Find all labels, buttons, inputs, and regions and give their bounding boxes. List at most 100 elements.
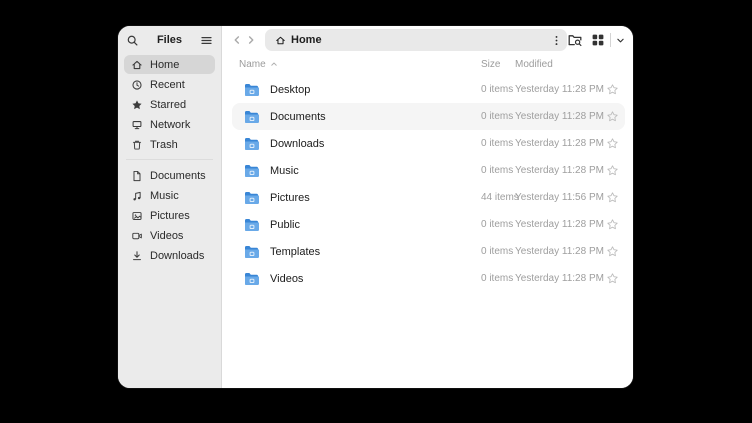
- file-name: Downloads: [270, 138, 481, 150]
- star-icon[interactable]: [606, 272, 619, 285]
- file-row[interactable]: Desktop 0 items Yesterday 11:28 PM: [232, 76, 625, 103]
- documents-icon: [131, 170, 143, 182]
- view-options-button[interactable]: [615, 35, 626, 46]
- file-modified: Yesterday 11:28 PM: [515, 84, 599, 95]
- folder-icon: [244, 218, 270, 232]
- location-menu-button[interactable]: [547, 31, 565, 49]
- starred-icon: [131, 99, 143, 111]
- file-size: 0 items: [481, 111, 515, 122]
- star-icon[interactable]: [606, 191, 619, 204]
- divider: [610, 33, 611, 47]
- folder-icon: [244, 83, 270, 97]
- file-name: Music: [270, 165, 481, 177]
- grid-view-button[interactable]: [590, 32, 606, 48]
- videos-icon: [131, 230, 143, 242]
- file-name: Videos: [270, 273, 481, 285]
- file-row[interactable]: Public 0 items Yesterday 11:28 PM: [232, 211, 625, 238]
- folder-icon: [244, 164, 270, 178]
- list-header: Name Size Modified: [222, 54, 633, 74]
- sidebar-item-music[interactable]: Music: [124, 186, 215, 205]
- star-icon[interactable]: [606, 137, 619, 150]
- file-size: 0 items: [481, 138, 515, 149]
- folder-icon: [244, 137, 270, 151]
- folder-icon: [244, 110, 270, 124]
- file-name: Templates: [270, 246, 481, 258]
- file-row[interactable]: Pictures 44 items Yesterday 11:56 PM: [232, 184, 625, 211]
- file-modified: Yesterday 11:28 PM: [515, 273, 599, 284]
- file-size: 0 items: [481, 273, 515, 284]
- sidebar-item-recent[interactable]: Recent: [124, 75, 215, 94]
- home-icon: [131, 59, 143, 71]
- pictures-icon: [131, 210, 143, 222]
- search-everywhere-button[interactable]: [567, 32, 583, 48]
- path-bar[interactable]: Home: [265, 29, 567, 51]
- sidebar-item-starred[interactable]: Starred: [124, 95, 215, 114]
- sidebar-item-pictures[interactable]: Pictures: [124, 206, 215, 225]
- sidebar-item-home[interactable]: Home: [124, 55, 215, 74]
- kebab-icon: [550, 34, 563, 47]
- main-menu-button[interactable]: [200, 34, 213, 47]
- file-size: 44 items: [481, 192, 515, 203]
- star-icon[interactable]: [606, 110, 619, 123]
- sidebar-separator: [126, 159, 213, 160]
- file-name: Pictures: [270, 192, 481, 204]
- file-modified: Yesterday 11:28 PM: [515, 219, 599, 230]
- trash-icon: [131, 139, 143, 151]
- header-actions: [567, 32, 633, 48]
- column-header-name[interactable]: Name: [239, 59, 481, 70]
- search-icon: [126, 34, 139, 47]
- star-icon[interactable]: [606, 83, 619, 96]
- downloads-icon: [131, 250, 143, 262]
- star-icon[interactable]: [606, 164, 619, 177]
- chevron-down-icon: [615, 35, 626, 46]
- sidebar-item-documents[interactable]: Documents: [124, 166, 215, 185]
- file-name: Documents: [270, 111, 481, 123]
- content-header: Home: [222, 26, 633, 54]
- sidebar-item-trash[interactable]: Trash: [124, 135, 215, 154]
- file-size: 0 items: [481, 84, 515, 95]
- column-header-modified[interactable]: Modified: [515, 59, 599, 70]
- sidebar: Files Home Recent Starred Network Trash …: [118, 26, 222, 388]
- file-row[interactable]: Documents 0 items Yesterday 11:28 PM: [232, 103, 625, 130]
- file-row[interactable]: Downloads 0 items Yesterday 11:28 PM: [232, 130, 625, 157]
- file-size: 0 items: [481, 219, 515, 230]
- file-modified: Yesterday 11:28 PM: [515, 138, 599, 149]
- chevron-right-icon: [244, 33, 258, 47]
- sidebar-item-videos[interactable]: Videos: [124, 226, 215, 245]
- file-row[interactable]: Templates 0 items Yesterday 11:28 PM: [232, 238, 625, 265]
- file-modified: Yesterday 11:28 PM: [515, 165, 599, 176]
- file-row[interactable]: Music 0 items Yesterday 11:28 PM: [232, 157, 625, 184]
- app-title: Files: [139, 34, 200, 46]
- star-icon[interactable]: [606, 245, 619, 258]
- file-size: 0 items: [481, 246, 515, 257]
- sidebar-groups: Home Recent Starred Network Trash Docume…: [118, 54, 221, 266]
- star-icon[interactable]: [606, 218, 619, 231]
- home-icon: [275, 35, 286, 46]
- chevron-left-icon: [230, 33, 244, 47]
- grid-icon: [590, 32, 606, 48]
- file-name: Desktop: [270, 84, 481, 96]
- sidebar-header: Files: [118, 26, 221, 54]
- file-modified: Yesterday 11:56 PM: [515, 192, 599, 203]
- search-button[interactable]: [126, 34, 139, 47]
- view-toggle: [590, 32, 626, 48]
- recent-icon: [131, 79, 143, 91]
- content-pane: Home: [222, 26, 633, 388]
- current-location: Home: [291, 34, 542, 46]
- folder-icon: [244, 245, 270, 259]
- file-size: 0 items: [481, 165, 515, 176]
- forward-button[interactable]: [244, 30, 258, 50]
- menu-icon: [200, 34, 213, 47]
- files-window: Files Home Recent Starred Network Trash …: [118, 26, 633, 388]
- folder-icon: [244, 191, 270, 205]
- sidebar-item-downloads[interactable]: Downloads: [124, 246, 215, 265]
- caret-up-icon: [270, 60, 278, 68]
- folder-search-icon: [567, 32, 583, 48]
- column-header-size[interactable]: Size: [481, 59, 515, 70]
- sidebar-item-network[interactable]: Network: [124, 115, 215, 134]
- file-row[interactable]: Videos 0 items Yesterday 11:28 PM: [232, 265, 625, 292]
- back-button[interactable]: [230, 30, 244, 50]
- network-icon: [131, 119, 143, 131]
- file-modified: Yesterday 11:28 PM: [515, 111, 599, 122]
- file-name: Public: [270, 219, 481, 231]
